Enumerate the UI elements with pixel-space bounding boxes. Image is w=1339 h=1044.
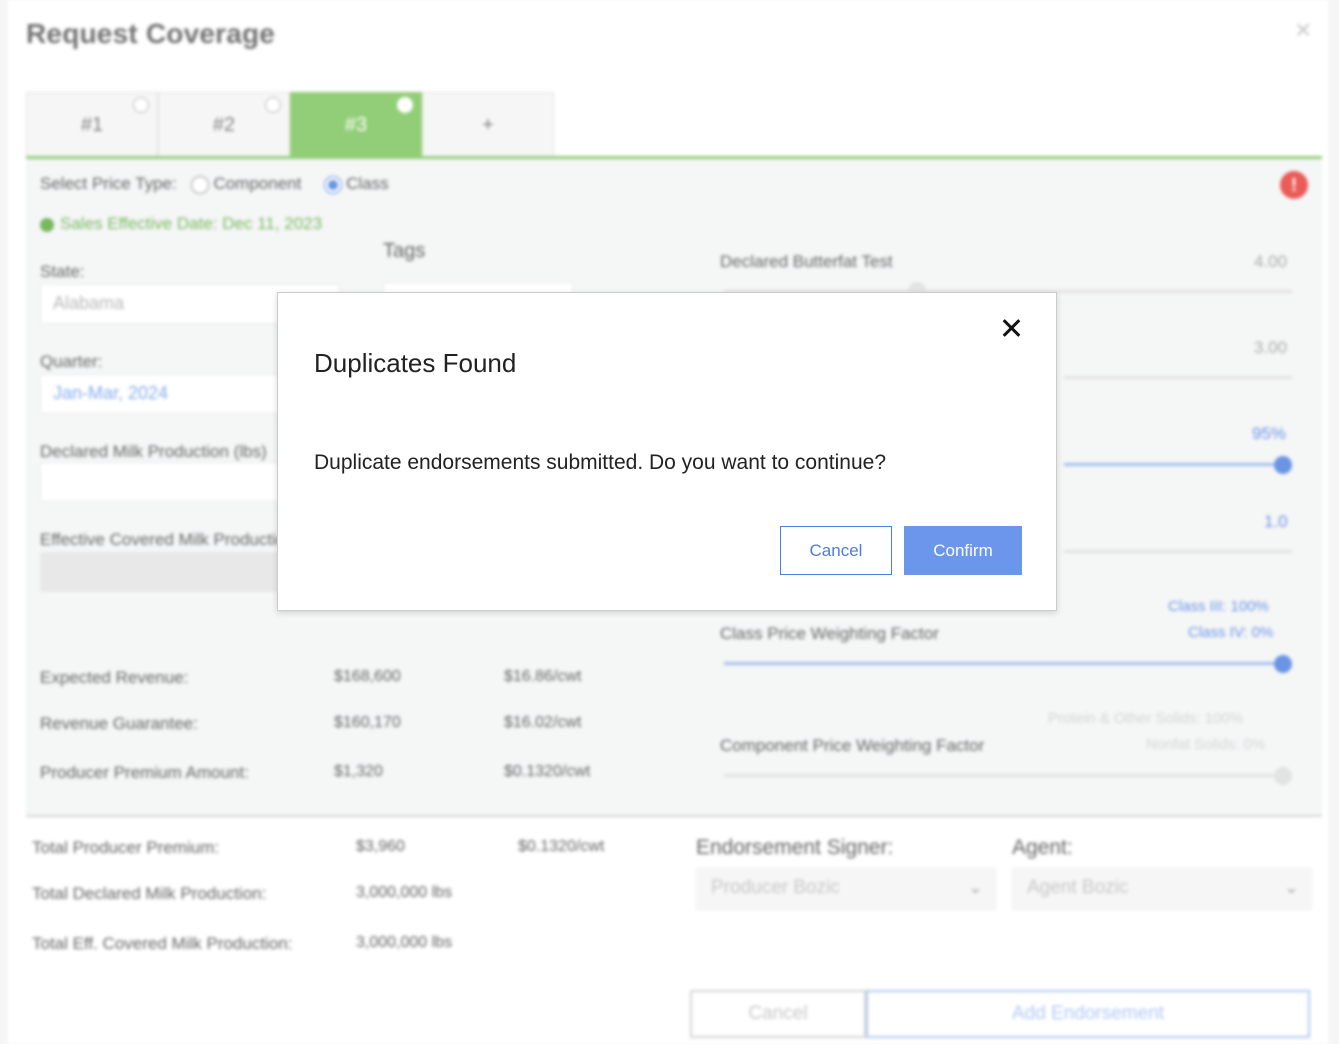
app-stage: Request Coverage × #1 #2 #3 + Select Pri… — [0, 0, 1339, 1044]
dialog-title: Duplicates Found — [314, 348, 517, 378]
duplicates-dialog: Duplicates Found Duplicate endorsements … — [277, 292, 1057, 611]
dialog-confirm-button[interactable]: Confirm — [904, 526, 1022, 575]
dialog-cancel-button[interactable]: Cancel — [780, 526, 892, 575]
dialog-message: Duplicate endorsements submitted. Do you… — [314, 451, 886, 474]
close-icon[interactable] — [1000, 317, 1022, 339]
